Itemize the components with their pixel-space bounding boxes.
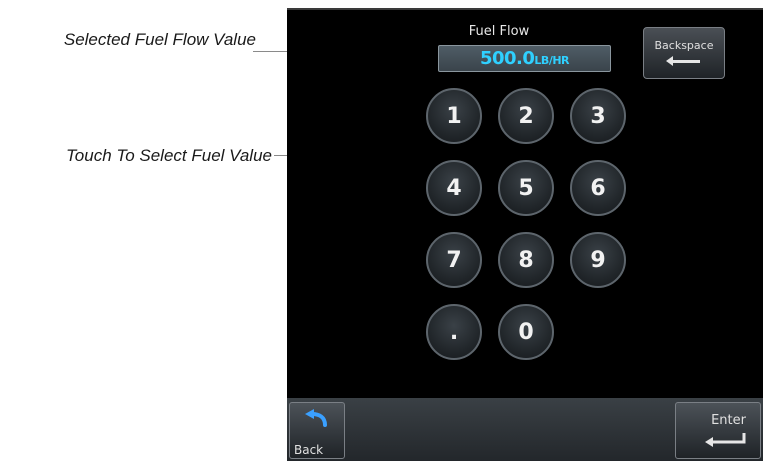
- enter-return-icon: [705, 433, 746, 447]
- key-3[interactable]: 3: [570, 88, 626, 144]
- curved-back-arrow-icon: [305, 409, 327, 427]
- key-9[interactable]: 9: [570, 232, 626, 288]
- key-2[interactable]: 2: [498, 88, 554, 144]
- fuel-flow-value-display: 500.0LB/HR: [439, 48, 610, 69]
- key-1[interactable]: 1: [426, 88, 482, 144]
- key-7[interactable]: 7: [426, 232, 482, 288]
- selected-fuel-flow-annotation: Selected Fuel Flow Value: [63, 30, 256, 49]
- key-0[interactable]: 0: [498, 304, 554, 360]
- bottom-bar: Back Enter: [287, 398, 763, 461]
- key-4[interactable]: 4: [426, 160, 482, 216]
- backspace-button[interactable]: Backspace: [643, 27, 725, 79]
- key-5[interactable]: 5: [498, 160, 554, 216]
- enter-button[interactable]: Enter: [675, 402, 761, 459]
- fuel-flow-screen: Fuel Flow 500.0LB/HR Backspace 1 2 3 4 5…: [287, 8, 763, 461]
- key-8[interactable]: 8: [498, 232, 554, 288]
- back-label: Back: [294, 443, 324, 457]
- fuel-flow-value-field: 500.0LB/HR: [438, 45, 611, 72]
- select-fuel-value-annotation: Touch To Select Fuel Value: [65, 146, 272, 165]
- back-button[interactable]: Back: [289, 402, 345, 459]
- arrow-left-icon: [666, 56, 700, 66]
- enter-label: Enter: [711, 413, 746, 428]
- backspace-label: Backspace: [654, 39, 714, 52]
- fuel-flow-value: 500.0: [479, 48, 535, 69]
- key-decimal[interactable]: .: [426, 304, 482, 360]
- key-6[interactable]: 6: [570, 160, 626, 216]
- fuel-flow-unit: LB/HR: [534, 54, 570, 67]
- page-title: Fuel Flow: [468, 24, 530, 39]
